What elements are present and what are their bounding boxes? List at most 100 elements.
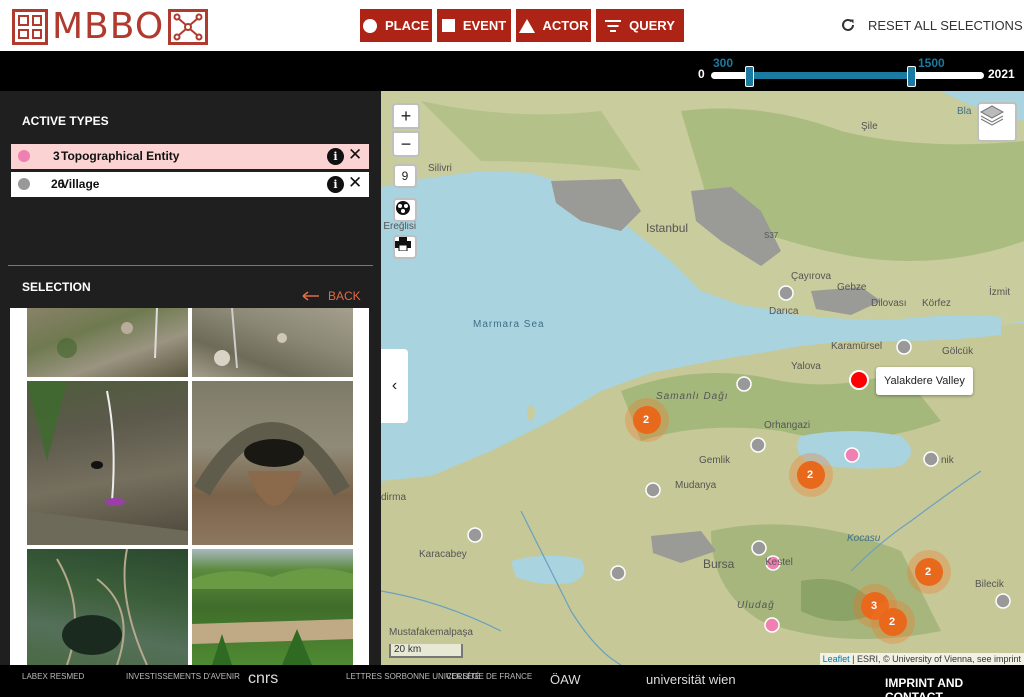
back-label: BACK: [328, 289, 361, 303]
collapse-sidebar-button[interactable]: ‹: [381, 349, 408, 423]
map-view[interactable]: 2 2 2 3 2 Marmara Sea Şile Silivri Istan…: [381, 91, 1024, 665]
timeline-start-handle[interactable]: [745, 66, 754, 87]
nav-actor-label: ACTOR: [542, 18, 589, 33]
timeline-to-value: 1500: [918, 56, 945, 70]
place-label: nik: [941, 455, 954, 466]
footer-logo-labex[interactable]: LABEX RESMED: [22, 672, 84, 681]
triangle-icon: [518, 18, 535, 33]
place-label: Yalova: [791, 361, 821, 372]
place-label: Samanlı Dağı: [656, 391, 729, 402]
place-tooltip: Yalakdere Valley: [876, 367, 973, 395]
cluster-count[interactable]: 2: [643, 414, 649, 426]
leaflet-link[interactable]: Leaflet: [823, 654, 850, 664]
place-label: Uludağ: [737, 600, 775, 611]
print-icon: [395, 237, 411, 251]
place-label: Bla: [957, 106, 972, 117]
gallery-photo[interactable]: [192, 381, 353, 545]
type-row-village[interactable]: 26 Village i ✕: [11, 172, 369, 197]
place-label: Bilecik: [975, 579, 1004, 590]
reset-all-selections-button[interactable]: RESET ALL SELECTIONS: [840, 17, 1023, 33]
footer-logo-oaw[interactable]: ÖAW: [550, 672, 581, 687]
cluster-count[interactable]: 2: [925, 566, 931, 578]
sidebar: ACTIVE TYPES 3 Topographical Entity i ✕ …: [0, 91, 381, 665]
nav-event-button[interactable]: EVENT: [437, 9, 511, 42]
chevron-left-icon: ‹: [391, 377, 398, 394]
type-label: Village: [61, 177, 100, 191]
gallery-photo[interactable]: [27, 381, 188, 545]
sidebar-divider: [8, 265, 373, 266]
cluster-count[interactable]: 2: [807, 469, 813, 481]
footer-logo-college-de-france[interactable]: COLLÈGE DE FRANCE: [446, 672, 532, 681]
nav-place-label: PLACE: [384, 18, 430, 33]
place-label: Kocasu: [847, 533, 881, 544]
info-icon[interactable]: i: [327, 148, 344, 165]
place-label: Silivri: [428, 163, 452, 174]
place-label: Karacabey: [419, 549, 467, 560]
place-label: Bursa: [703, 557, 735, 571]
place-label: dirma: [381, 492, 407, 503]
map-scale: 20 km: [389, 644, 463, 658]
type-row-topographical-entity[interactable]: 3 Topographical Entity i ✕: [11, 144, 369, 169]
place-label: Gebze: [837, 282, 867, 293]
water-label: Marmara Sea: [473, 319, 545, 330]
refresh-icon: [842, 18, 854, 31]
place-label: Mustafakemalpaşa: [389, 627, 473, 638]
nav-actor-button[interactable]: ACTOR: [516, 9, 591, 42]
place-label: Gölcük: [942, 346, 974, 357]
footer-logo-uni-wien[interactable]: universität wien: [646, 672, 736, 687]
mbbo-logo[interactable]: MBBO: [12, 6, 209, 47]
type-count: 3: [53, 149, 60, 163]
map-attribution: Leaflet | ESRI, © University of Vienna, …: [819, 653, 1024, 665]
type-label: Topographical Entity: [61, 149, 180, 163]
selection-gallery: [10, 308, 369, 665]
nav-query-button[interactable]: QUERY: [596, 9, 684, 42]
cluster-toggle-button[interactable]: [393, 198, 417, 222]
zoom-out-button[interactable]: −: [392, 131, 420, 157]
place-label: Istanbul: [646, 221, 689, 235]
print-button[interactable]: [393, 235, 417, 259]
gallery-photo[interactable]: [192, 308, 353, 377]
place-label: Şile: [861, 121, 878, 132]
circle-icon: [362, 18, 377, 33]
cluster-count[interactable]: 2: [889, 616, 895, 628]
timeline-from-value: 300: [713, 56, 734, 70]
gallery-photo[interactable]: [27, 308, 188, 377]
gallery-photo[interactable]: [192, 549, 353, 665]
arrow-left-icon: [302, 291, 319, 301]
place-label: Mudanya: [675, 480, 717, 491]
nav-event-label: EVENT: [462, 18, 507, 33]
close-icon[interactable]: ✕: [348, 145, 362, 165]
cluster-count[interactable]: 3: [871, 600, 877, 612]
info-icon[interactable]: i: [327, 176, 344, 193]
place-label: Darıca: [769, 306, 799, 317]
layers-button[interactable]: [977, 102, 1017, 142]
footer-logo-investissements[interactable]: INVESTISSEMENTS D'AVENIR: [126, 672, 240, 681]
cluster-icon: [396, 201, 410, 215]
place-label: S37: [764, 231, 779, 240]
place-label: Gemlik: [699, 455, 731, 466]
nav-query-label: QUERY: [629, 18, 675, 33]
selection-title: SELECTION: [22, 280, 91, 294]
place-label: Körfez: [922, 298, 951, 309]
active-types-title: ACTIVE TYPES: [22, 114, 109, 128]
imprint-and-contact-link[interactable]: IMPRINT AND CONTACT: [885, 676, 1024, 697]
zoom-in-button[interactable]: +: [392, 103, 420, 129]
timeline-end-handle[interactable]: [907, 66, 916, 87]
place-label: a Ereğlisi: [381, 221, 417, 232]
app-root: MBBO PLACE EVENT ACTOR QUERY RESET ALL S…: [0, 0, 1024, 697]
logo-grid-icon: [12, 9, 48, 45]
place-label: Dilovası: [871, 298, 907, 309]
gallery-photo[interactable]: [27, 548, 188, 665]
place-label: İzmit: [989, 287, 1011, 298]
footer-logo-cnrs[interactable]: cnrs: [248, 670, 278, 688]
attribution-text: | ESRI, © University of Vienna, see impr…: [849, 654, 1021, 664]
nav-place-button[interactable]: PLACE: [360, 9, 432, 42]
back-button[interactable]: BACK: [302, 289, 361, 303]
logo-text: MBBO: [52, 6, 165, 47]
type-color-dot: [18, 150, 30, 162]
place-label: Çayırova: [791, 271, 832, 282]
timeline-min: 0: [698, 67, 705, 81]
close-icon[interactable]: ✕: [348, 173, 362, 193]
timeline-bar: 0 300 1500 2021: [0, 51, 1024, 91]
reset-label: RESET ALL SELECTIONS: [868, 17, 1023, 33]
